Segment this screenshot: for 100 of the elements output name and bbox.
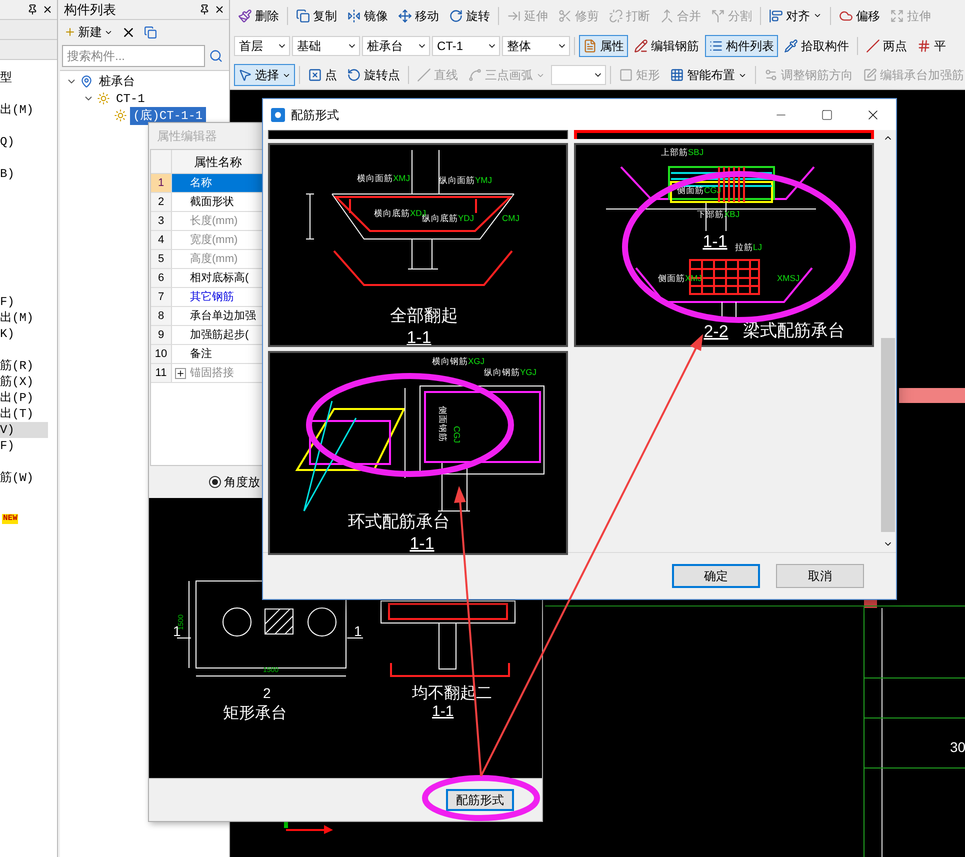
- settings-icon: [764, 68, 778, 82]
- rebar-form-option[interactable]: [574, 130, 874, 139]
- list-item[interactable]: 型: [0, 70, 48, 86]
- radio-button[interactable]: [209, 476, 221, 488]
- close-icon[interactable]: [214, 4, 225, 15]
- drawing-caption: 梁式配筋承台: [743, 321, 845, 340]
- property-name[interactable]: 承台单边加强: [190, 306, 256, 326]
- new-badge: NEW: [2, 514, 18, 524]
- section-title: 1-1: [406, 328, 432, 345]
- point-icon: [308, 68, 322, 82]
- toolbar-button[interactable]: 对齐: [765, 4, 826, 27]
- split-icon: [711, 8, 725, 23]
- axis-icon: [284, 820, 334, 834]
- toolbar-button[interactable]: 旋转点: [343, 64, 404, 86]
- property-name[interactable]: 加强筋起步(: [190, 326, 249, 344]
- list-item[interactable]: 出(T): [0, 406, 48, 422]
- rotate-icon: [347, 68, 361, 82]
- rotate-icon: [449, 8, 463, 23]
- list-item[interactable]: Q): [0, 134, 48, 150]
- toolbar-button[interactable]: 复制: [292, 4, 341, 27]
- list-item[interactable]: 筋(R): [0, 358, 48, 374]
- property-name[interactable]: 备注: [190, 344, 212, 364]
- list-item[interactable]: 筋(X): [0, 374, 48, 390]
- section-title: 2-2: [704, 322, 728, 341]
- section-mark: 2: [263, 685, 271, 701]
- toolbar-button[interactable]: 两点: [862, 34, 911, 56]
- pin-icon[interactable]: [27, 4, 38, 15]
- list-item[interactable]: 出(P): [0, 390, 48, 406]
- list-item[interactable]: F): [0, 294, 48, 310]
- list-item[interactable]: 出(M): [0, 310, 48, 326]
- toolbar-button[interactable]: 构件列表: [705, 34, 778, 56]
- toolbar-button[interactable]: 点: [304, 64, 341, 86]
- window-title: 属性编辑器: [157, 128, 217, 145]
- line-icon: [866, 38, 880, 52]
- drawing-caption: 矩形承台: [223, 705, 287, 722]
- section-mark: 1: [354, 623, 362, 639]
- toolbar-button[interactable]: 智能布置: [666, 64, 751, 86]
- pin-icon[interactable]: [199, 4, 210, 15]
- toolbar-button[interactable]: 编辑钢筋: [630, 34, 703, 56]
- column-header: 属性名称: [193, 154, 243, 171]
- rebar-label: XMSJ: [777, 273, 800, 283]
- copy-icon: [296, 8, 310, 23]
- toolbar-button[interactable]: 属性: [579, 34, 628, 56]
- rebar-form-button[interactable]: 配筋形式: [446, 789, 514, 811]
- property-name[interactable]: 锚固搭接: [190, 364, 234, 382]
- rebar-form-option[interactable]: 横向面筋XMJ 纵向面筋YMJ 横向底筋XDJ纵向底筋YDJ CMJ 全部翻起 1-1: [268, 143, 568, 347]
- toolbar-button[interactable]: 镜像: [343, 4, 392, 27]
- expand-icon[interactable]: [175, 368, 186, 378]
- dropdown-field[interactable]: 桩承台: [362, 36, 430, 56]
- rebar-label: 上部筋SBJ: [661, 147, 704, 157]
- section-title: 1-1: [410, 534, 434, 553]
- copy-icon[interactable]: [144, 26, 157, 38]
- search-field[interactable]: 搜索构件...: [62, 45, 205, 67]
- list-item[interactable]: 筋(W): [0, 470, 48, 486]
- row-number: 3: [151, 212, 172, 230]
- rebar-form-option[interactable]: [268, 130, 568, 139]
- dropdown-field[interactable]: [551, 65, 606, 86]
- dropdown-field[interactable]: 整体: [502, 36, 570, 56]
- row-number: 10: [151, 345, 172, 363]
- list-item[interactable]: F): [0, 438, 48, 454]
- dialog-button[interactable]: 确定: [672, 564, 760, 588]
- toolbar-button[interactable]: 平: [913, 34, 950, 56]
- property-name[interactable]: 其它钢筋: [190, 288, 234, 306]
- grid-icon: [670, 68, 684, 82]
- property-name[interactable]: 截面形状: [190, 192, 234, 212]
- toolbar-button[interactable]: 偏移: [835, 4, 884, 27]
- toolbar-button[interactable]: 移动: [394, 4, 443, 27]
- cloud-icon: [839, 8, 853, 23]
- drawing-caption: 环式配筋承台: [348, 512, 450, 531]
- toolbar-button[interactable]: 删除: [234, 4, 283, 27]
- panel-title: 构件列表: [64, 0, 116, 19]
- dropdown-field[interactable]: 首层: [234, 36, 290, 56]
- rebar-form-option[interactable]: 横向钢筋XGJ 纵向钢筋YGJ 侧面钢筋 CGJ 环式配筋承台 1-1: [268, 351, 568, 555]
- toolbar-button[interactable]: 拾取构件: [780, 34, 853, 56]
- close-icon[interactable]: [42, 4, 53, 15]
- edit-icon: [863, 68, 877, 82]
- list-item[interactable]: K): [0, 326, 48, 342]
- rebar-label: 横向钢筋XGJ: [432, 356, 485, 366]
- properties-icon: [583, 38, 597, 52]
- row-number: 4: [151, 231, 172, 249]
- row-number: 1: [151, 174, 172, 192]
- toolbar-button[interactable]: 旋转: [445, 4, 494, 27]
- list-item[interactable]: V): [0, 422, 48, 438]
- dropdown-field[interactable]: CT-1: [432, 36, 500, 56]
- list-item[interactable]: B): [0, 166, 48, 182]
- list-item[interactable]: 出(M): [0, 102, 48, 118]
- row-number: 8: [151, 307, 172, 325]
- toolbar-button[interactable]: 选择: [234, 64, 295, 86]
- search-icon[interactable]: [209, 49, 223, 63]
- rebar-label: 拉筋LJ: [735, 242, 762, 252]
- tree-item[interactable]: (底)CT-1-1: [130, 106, 206, 124]
- tree-item[interactable]: CT-1: [113, 90, 148, 108]
- row-number: 5: [151, 250, 172, 268]
- property-name[interactable]: 相对底标高(: [190, 268, 249, 288]
- dialog-button[interactable]: 取消: [776, 564, 864, 588]
- app-logo-icon: [271, 108, 285, 122]
- merge-icon: [660, 8, 674, 23]
- tree-item[interactable]: 桩承台: [96, 72, 138, 90]
- dropdown-field[interactable]: 基础: [292, 36, 360, 56]
- rebar-label: 横向面筋XMJ: [357, 173, 410, 183]
